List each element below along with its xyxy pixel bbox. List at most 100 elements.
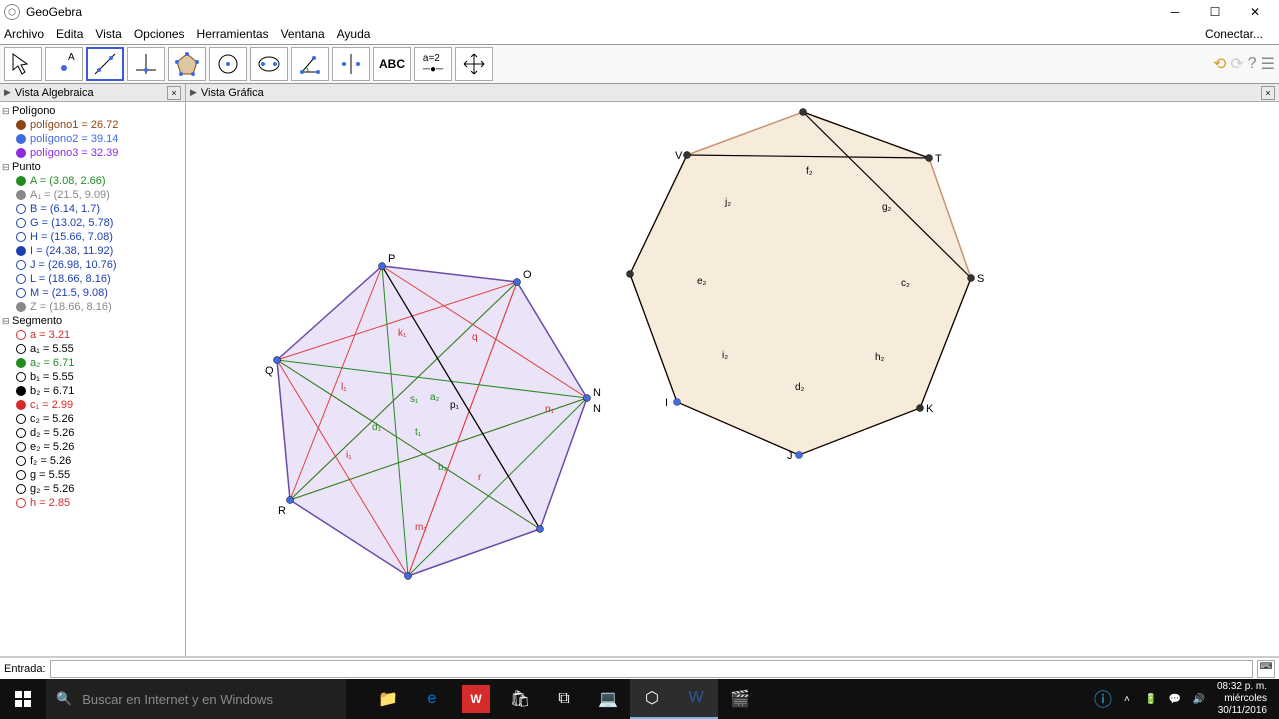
app-title: GeoGebra	[26, 5, 82, 19]
algebra-item[interactable]: c₂ = 5.26	[2, 412, 183, 426]
graphics-close[interactable]: ×	[1261, 86, 1275, 100]
taskbar-search[interactable]: 🔍 Buscar en Internet y en Windows	[46, 679, 346, 719]
menu-ventana[interactable]: Ventana	[281, 27, 325, 41]
menu-ayuda[interactable]: Ayuda	[337, 27, 371, 41]
algebra-item[interactable]: d₂ = 5.26	[2, 426, 183, 440]
algebra-title: Vista Algebraica	[15, 87, 94, 99]
algebra-item[interactable]: A = (3.08, 2.66)	[2, 174, 183, 188]
svg-text:i₁: i₁	[346, 450, 352, 461]
algebra-item[interactable]: B = (6.14, 1.7)	[2, 202, 183, 216]
tool-move[interactable]	[4, 47, 42, 81]
graphics-header[interactable]: ▶ Vista Gráfica ×	[186, 84, 1279, 102]
tool-point[interactable]: A	[45, 47, 83, 81]
close-button[interactable]: ✕	[1235, 0, 1275, 24]
taskbar-geogebra[interactable]: ⬡	[630, 679, 674, 719]
algebra-item[interactable]: h = 2.85	[2, 496, 183, 510]
tool-line[interactable]	[86, 47, 124, 81]
virtual-keyboard-icon[interactable]: ⌨	[1257, 660, 1275, 678]
graphics-panel: ▶ Vista Gráfica × PONRQNk₁ql₁s₁a₂p₁n₁d₁t…	[186, 84, 1279, 656]
algebra-item[interactable]: polígono2 = 39.14	[2, 132, 183, 146]
svg-text:V: V	[675, 150, 683, 162]
tool-perpendicular[interactable]	[127, 47, 165, 81]
connect-link[interactable]: Conectar...	[1205, 27, 1263, 41]
taskbar-edge[interactable]: e	[410, 679, 454, 719]
help-tray-icon[interactable]: ⓘ	[1091, 686, 1115, 712]
menu-vista[interactable]: Vista	[95, 27, 121, 41]
taskbar-clock[interactable]: 08:32 p. m. miércoles 30/11/2016	[1211, 681, 1273, 717]
graphics-canvas[interactable]: PONRQNk₁ql₁s₁a₂p₁n₁d₁t₁i₁b₂rm₁TSKJIVf₂j₂…	[186, 102, 1279, 656]
taskbar-word[interactable]: W	[674, 679, 718, 719]
battery-icon[interactable]: 🔋	[1139, 694, 1163, 705]
command-input[interactable]	[50, 660, 1253, 678]
algebra-item[interactable]: J = (26.98, 10.76)	[2, 258, 183, 272]
algebra-item[interactable]: a = 3.21	[2, 328, 183, 342]
algebra-item[interactable]: H = (15.66, 7.08)	[2, 230, 183, 244]
taskbar-movies[interactable]: 🎬	[718, 679, 762, 719]
menu-icon[interactable]: ☰	[1261, 54, 1275, 74]
menu-opciones[interactable]: Opciones	[134, 27, 185, 41]
collapse-icon: ▶	[4, 87, 11, 98]
algebra-item[interactable]: polígono1 = 26.72	[2, 118, 183, 132]
algebra-item[interactable]: c₁ = 2.99	[2, 398, 183, 412]
tool-reflect[interactable]	[332, 47, 370, 81]
taskbar-wps[interactable]: W	[462, 685, 490, 713]
algebra-header[interactable]: ▶ Vista Algebraica ×	[0, 84, 185, 102]
tool-circle[interactable]	[209, 47, 247, 81]
taskbar-dropbox[interactable]: ⧉	[542, 679, 586, 719]
tool-slider[interactable]: a=2─●─	[414, 47, 452, 81]
algebra-item[interactable]: M = (21.5, 9.08)	[2, 286, 183, 300]
menu-herramientas[interactable]: Herramientas	[197, 27, 269, 41]
graphics-title: Vista Gráfica	[201, 87, 264, 99]
tool-ellipse[interactable]	[250, 47, 288, 81]
clock-day: miércoles	[1217, 693, 1267, 705]
help-icon[interactable]: ?	[1248, 55, 1257, 73]
minimize-button[interactable]: ─	[1155, 0, 1195, 24]
search-placeholder: Buscar en Internet y en Windows	[82, 692, 273, 707]
algebra-item[interactable]: a₁ = 5.55	[2, 342, 183, 356]
svg-text:d₁: d₁	[372, 422, 382, 433]
taskbar-store[interactable]: 🛍	[498, 679, 542, 719]
algebra-item[interactable]: g = 5.55	[2, 468, 183, 482]
taskbar-explorer[interactable]: 📁	[366, 679, 410, 719]
svg-text:N: N	[593, 387, 601, 399]
algebra-item[interactable]: f₂ = 5.26	[2, 454, 183, 468]
search-icon: 🔍	[56, 691, 72, 707]
tray-expand-icon[interactable]: ˄	[1115, 694, 1139, 705]
collapse-icon: ▶	[190, 87, 197, 98]
redo-icon[interactable]: ⟳	[1230, 54, 1243, 74]
svg-text:N: N	[593, 403, 601, 415]
svg-text:q: q	[472, 332, 478, 343]
algebra-item[interactable]: G = (13.02, 5.78)	[2, 216, 183, 230]
menu-archivo[interactable]: Archivo	[4, 27, 44, 41]
tool-move-view[interactable]	[455, 47, 493, 81]
undo-icon[interactable]: ⟲	[1213, 54, 1226, 74]
algebra-item[interactable]: I = (24.38, 11.92)	[2, 244, 183, 258]
svg-text:T: T	[935, 153, 942, 165]
taskbar-settings[interactable]: 💻	[586, 679, 630, 719]
algebra-item[interactable]: e₂ = 5.26	[2, 440, 183, 454]
algebra-tree[interactable]: ⊟Polígonopolígono1 = 26.72polígono2 = 39…	[0, 102, 185, 656]
algebra-item[interactable]: a₂ = 6.71	[2, 356, 183, 370]
svg-text:k₁: k₁	[398, 328, 407, 339]
algebra-item[interactable]: L = (18.66, 8.16)	[2, 272, 183, 286]
algebra-item[interactable]: A₁ = (21.5, 9.09)	[2, 188, 183, 202]
maximize-button[interactable]: ☐	[1195, 0, 1235, 24]
toolbar: A ABC a=2─●─ ⟲ ⟳ ? ☰	[0, 44, 1279, 84]
tool-polygon[interactable]	[168, 47, 206, 81]
tool-text[interactable]: ABC	[373, 47, 411, 81]
svg-text:p₁: p₁	[450, 400, 460, 411]
algebra-item[interactable]: b₁ = 5.55	[2, 370, 183, 384]
menu-edita[interactable]: Edita	[56, 27, 83, 41]
input-label: Entrada:	[4, 663, 46, 675]
algebra-item[interactable]: Z = (18.66, 8.16)	[2, 300, 183, 314]
action-center-icon[interactable]: 💬	[1163, 694, 1187, 705]
volume-icon[interactable]: 🔊	[1187, 694, 1211, 705]
algebra-close[interactable]: ×	[167, 86, 181, 100]
algebra-item[interactable]: polígono3 = 32.39	[2, 146, 183, 160]
svg-text:J: J	[787, 450, 793, 462]
algebra-item[interactable]: b₂ = 6.71	[2, 384, 183, 398]
svg-text:O: O	[523, 269, 532, 281]
tool-angle[interactable]	[291, 47, 329, 81]
algebra-item[interactable]: g₂ = 5.26	[2, 482, 183, 496]
start-button[interactable]	[0, 679, 46, 719]
